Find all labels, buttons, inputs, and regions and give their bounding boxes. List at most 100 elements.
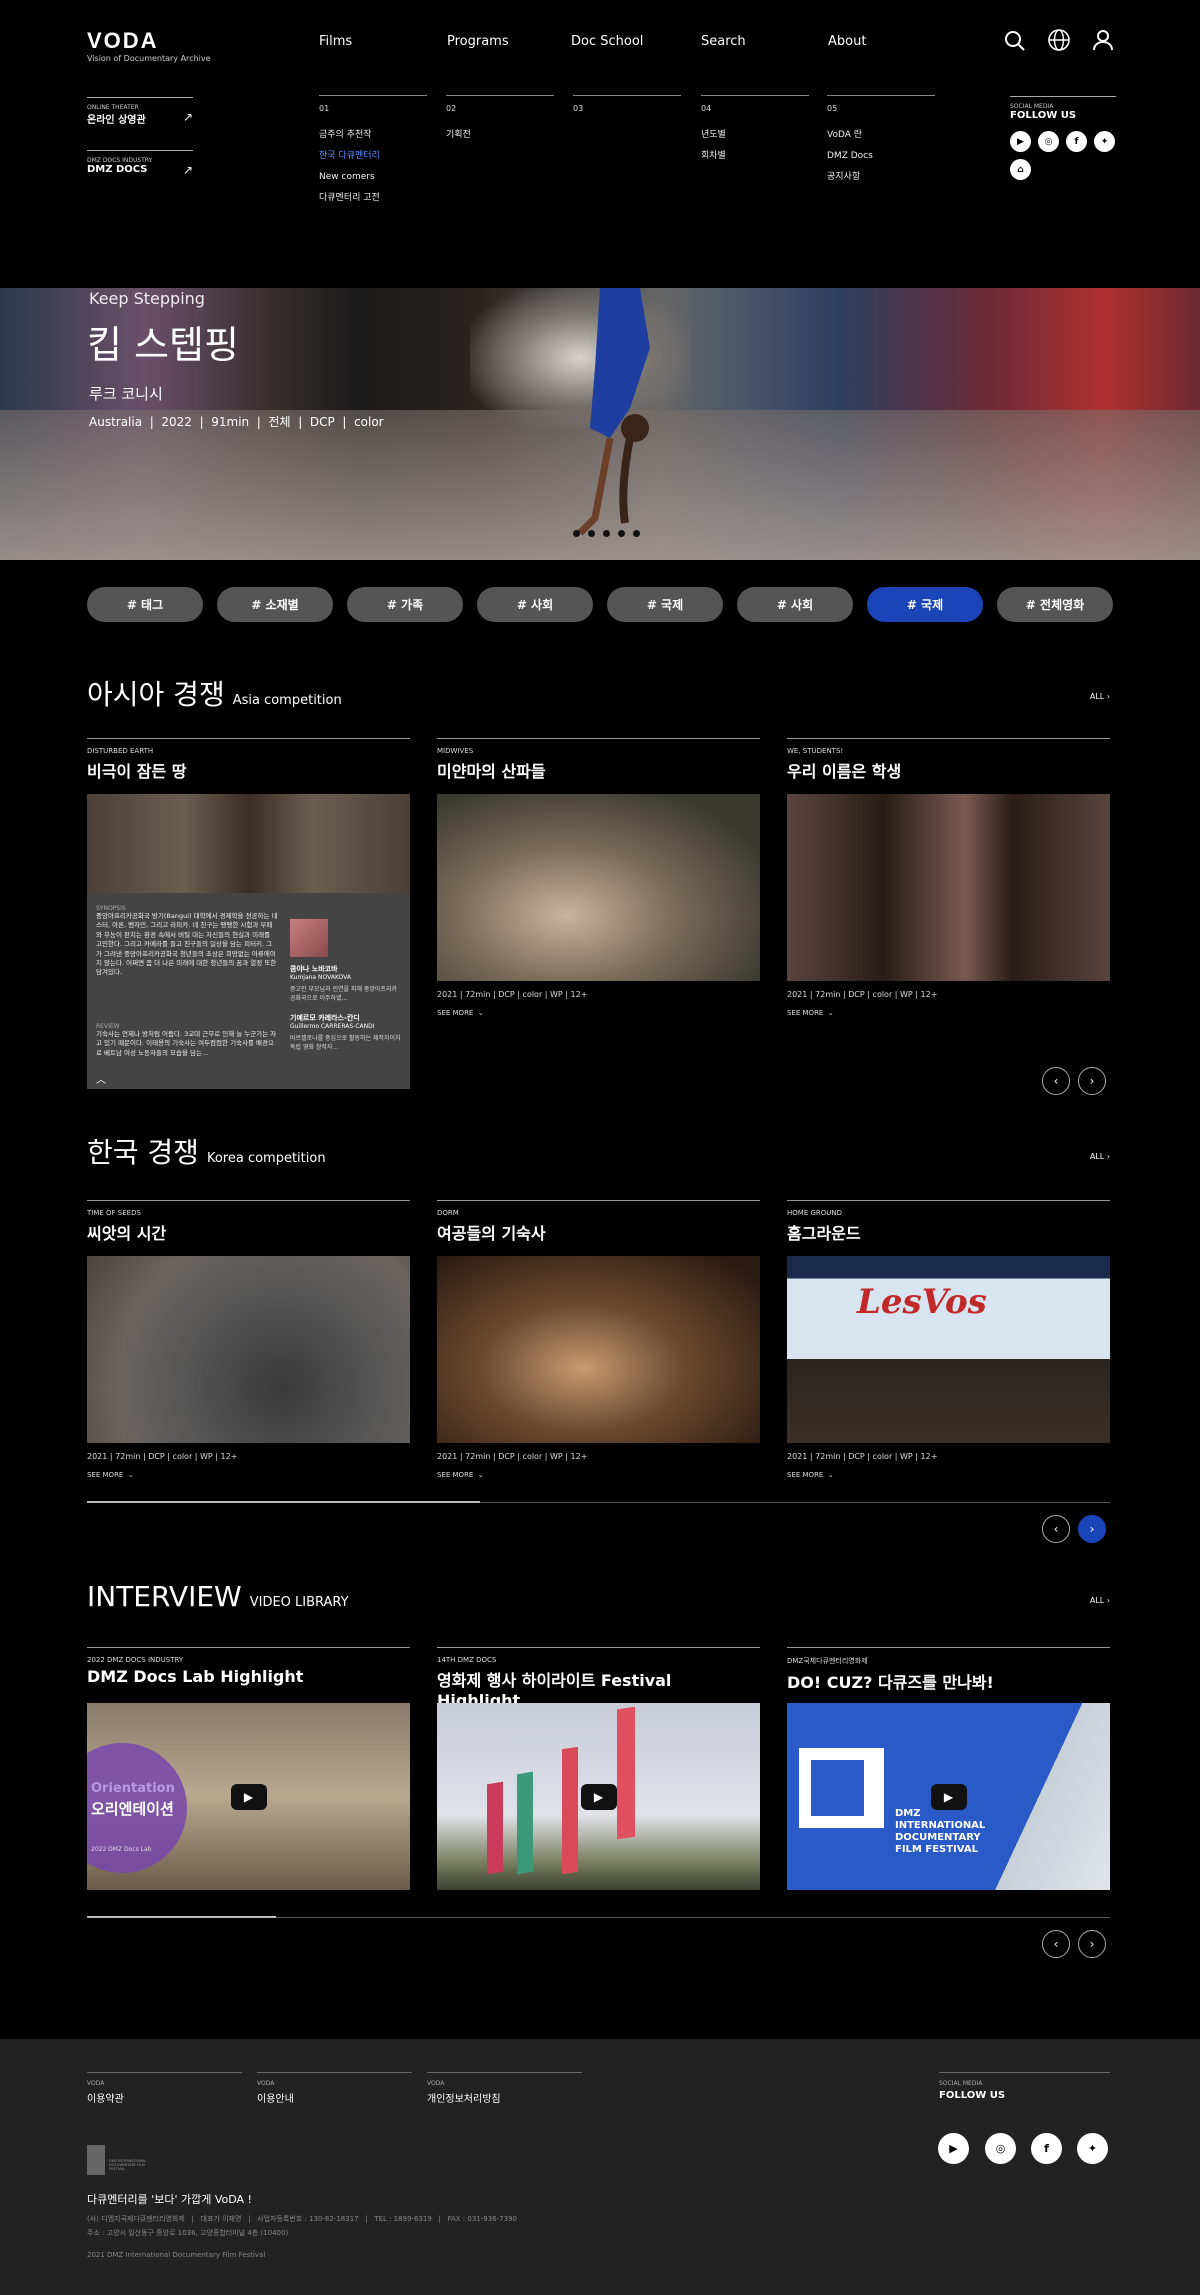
- site-logo[interactable]: VODA Vision of Documentary Archive: [87, 28, 211, 63]
- see-more-label: SEE MORE: [87, 1471, 124, 1479]
- see-more-button[interactable]: SEE MORE ⌄: [787, 1471, 834, 1479]
- video-card[interactable]: DMZ국제다큐멘터리영화제 DO! CUZ? 다큐즈를 만나봐! DMZ INT…: [787, 1647, 1110, 1890]
- video-thumbnail: ▶: [437, 1703, 760, 1890]
- footer-copyright: 2021 DMZ International Documentary Film …: [87, 2251, 266, 2259]
- hero-banner[interactable]: Keep Stepping 킵 스텝핑 루크 코니시 Australia | 2…: [0, 288, 1200, 560]
- card-meta: 2021 | 72min | DCP | color | WP | 12+: [787, 990, 938, 999]
- nav-search[interactable]: Search: [701, 34, 746, 49]
- hero-dot[interactable]: [603, 530, 610, 537]
- menu-item[interactable]: 공지사항: [827, 167, 935, 188]
- home-icon[interactable]: ⌂: [1010, 159, 1031, 180]
- youtube-icon[interactable]: ▶: [938, 2133, 969, 2164]
- chevron-down-icon: ⌄: [477, 1009, 484, 1017]
- prev-button[interactable]: ‹: [1042, 1067, 1070, 1095]
- film-card[interactable]: WE, STUDENTS! 우리 이름은 학생 2021 | 72min | D…: [787, 738, 1110, 1017]
- twitter-icon[interactable]: ✦: [1094, 131, 1115, 152]
- review-text: 기숙사는 언제나 방처럼 어둡다. 3교대 근무로 인해 늘 누군가는 자고 있…: [96, 1030, 277, 1057]
- film-card[interactable]: TIME OF SEEDS 씨앗의 시간 2021 | 72min | DCP …: [87, 1200, 410, 1479]
- footer-terms[interactable]: VODA 이용약관: [87, 2072, 242, 2105]
- tag-chip-active[interactable]: # 국제: [867, 587, 983, 622]
- tag-chip[interactable]: # 가족: [347, 587, 463, 622]
- hero-en-title: Keep Stepping: [89, 289, 205, 308]
- user-icon[interactable]: [1091, 28, 1115, 52]
- see-more-button[interactable]: SEE MORE ⌄: [437, 1471, 484, 1479]
- logo-text: VODA: [87, 28, 159, 53]
- menu-item[interactable]: New comers: [319, 167, 427, 188]
- prev-button[interactable]: ‹: [1042, 1515, 1070, 1543]
- menu-item[interactable]: 년도별: [701, 125, 809, 146]
- dmz-docs-link[interactable]: DMZ DOCS INDUSTRY DMZ DOCS ↗: [87, 150, 193, 177]
- interview-scrollbar[interactable]: [87, 1916, 1110, 1918]
- tag-chip[interactable]: # 국제: [607, 587, 723, 622]
- instagram-icon[interactable]: ◎: [1038, 131, 1059, 152]
- hero-meta-country: Australia: [89, 415, 143, 429]
- menu-item[interactable]: 기획전: [446, 125, 554, 146]
- director-photo: [290, 919, 328, 957]
- card-title: 우리 이름은 학생: [787, 762, 902, 781]
- see-more-button[interactable]: SEE MORE ⌄: [87, 1471, 134, 1479]
- scroll-thumb[interactable]: [87, 1916, 276, 1918]
- card-meta: 2021 | 72min | DCP | color | WP | 12+: [437, 990, 588, 999]
- interview-title: INTERVIEW: [87, 1580, 242, 1613]
- hero-dot[interactable]: [588, 530, 595, 537]
- search-icon[interactable]: [1003, 29, 1027, 53]
- chevron-up-icon[interactable]: ︿: [96, 1071, 106, 1086]
- nav-about[interactable]: About: [828, 34, 866, 49]
- video-card[interactable]: 14TH DMZ DOCS 영화제 행사 하이라이트 Festival High…: [437, 1647, 760, 1890]
- next-button[interactable]: ›: [1078, 1930, 1106, 1958]
- hero-dot[interactable]: [618, 530, 625, 537]
- next-button[interactable]: ›: [1078, 1515, 1106, 1543]
- film-card[interactable]: HOME GROUND 홈그라운드 LesVos 2021 | 72min | …: [787, 1200, 1110, 1479]
- menu-item-active[interactable]: 한국 다큐멘터리: [319, 146, 427, 167]
- film-card[interactable]: MIDWIVES 미얀마의 산파들 2021 | 72min | DCP | c…: [437, 738, 760, 1017]
- online-theater-link[interactable]: ONLINE THEATER 온라인 상영관 ↗: [87, 97, 193, 126]
- card-title: 홈그라운드: [787, 1224, 861, 1243]
- film-card[interactable]: DORM 여공들의 기숙사 2021 | 72min | DCP | color…: [437, 1200, 760, 1479]
- tag-chip[interactable]: # 태그: [87, 587, 203, 622]
- footer-privacy[interactable]: VODA 개인정보처리방침: [427, 2072, 582, 2105]
- prev-button[interactable]: ‹: [1042, 1930, 1070, 1958]
- twitter-icon[interactable]: ✦: [1077, 2133, 1108, 2164]
- chevron-down-icon: ⌄: [127, 1471, 134, 1479]
- nav-programs[interactable]: Programs: [447, 34, 509, 49]
- play-button[interactable]: ▶: [930, 1783, 967, 1810]
- tag-chip[interactable]: # 소재별: [217, 587, 333, 622]
- tag-chip[interactable]: # 사회: [737, 587, 853, 622]
- hero-meta-runtime: 91min: [211, 415, 250, 429]
- play-button[interactable]: ▶: [580, 1783, 617, 1810]
- orientation-corner: 2022 DMZ Docs Lab: [91, 1846, 152, 1853]
- menu-column-05: 05 VoDA 란 DMZ Docs 공지사항: [827, 95, 935, 188]
- menu-item[interactable]: 다큐멘터리 고전: [319, 188, 427, 209]
- see-more-button[interactable]: SEE MORE ⌄: [787, 1009, 834, 1017]
- footer-guide[interactable]: VODA 이용안내: [257, 2072, 412, 2105]
- person-en-name: Kumjana NOVAKOVA: [290, 974, 351, 981]
- scroll-thumb[interactable]: [87, 1501, 480, 1503]
- nav-films[interactable]: Films: [319, 34, 352, 49]
- korea-scrollbar[interactable]: [87, 1501, 1110, 1503]
- interview-all-link[interactable]: ALL ›: [1090, 1596, 1110, 1605]
- person-desc: 중고인 부모님과 인연을 피해 중앙아프리카공화국으로 이주하였...: [290, 986, 397, 1002]
- see-more-button[interactable]: SEE MORE ⌄: [437, 1009, 484, 1017]
- asia-all-link[interactable]: ALL ›: [1090, 692, 1110, 701]
- menu-item[interactable]: DMZ Docs: [827, 146, 935, 167]
- facebook-icon[interactable]: f: [1066, 131, 1087, 152]
- facebook-icon[interactable]: f: [1031, 2133, 1062, 2164]
- youtube-icon[interactable]: ▶: [1010, 131, 1031, 152]
- nav-doc-school[interactable]: Doc School: [571, 34, 643, 49]
- next-button[interactable]: ›: [1078, 1067, 1106, 1095]
- tag-chip[interactable]: # 사회: [477, 587, 593, 622]
- orientation-en: Orientation: [91, 1781, 175, 1796]
- menu-item[interactable]: VoDA 란: [827, 125, 935, 146]
- menu-item[interactable]: 회차별: [701, 146, 809, 167]
- film-card[interactable]: DISTURBED EARTH 비극이 잠든 땅: [87, 738, 410, 894]
- korea-all-link[interactable]: ALL ›: [1090, 1152, 1110, 1161]
- menu-item[interactable]: 금주의 추천작: [319, 125, 427, 146]
- video-card[interactable]: 2022 DMZ DOCS INDUSTRY DMZ Docs Lab High…: [87, 1647, 410, 1890]
- synopsis-label: SYNOPSIS: [96, 905, 126, 912]
- hero-dot[interactable]: [573, 530, 580, 537]
- tag-chip[interactable]: # 전체영화: [997, 587, 1113, 622]
- globe-icon[interactable]: [1047, 28, 1071, 52]
- instagram-icon[interactable]: ◎: [985, 2133, 1016, 2164]
- play-button[interactable]: ▶: [230, 1783, 267, 1810]
- hero-dot[interactable]: [633, 530, 640, 537]
